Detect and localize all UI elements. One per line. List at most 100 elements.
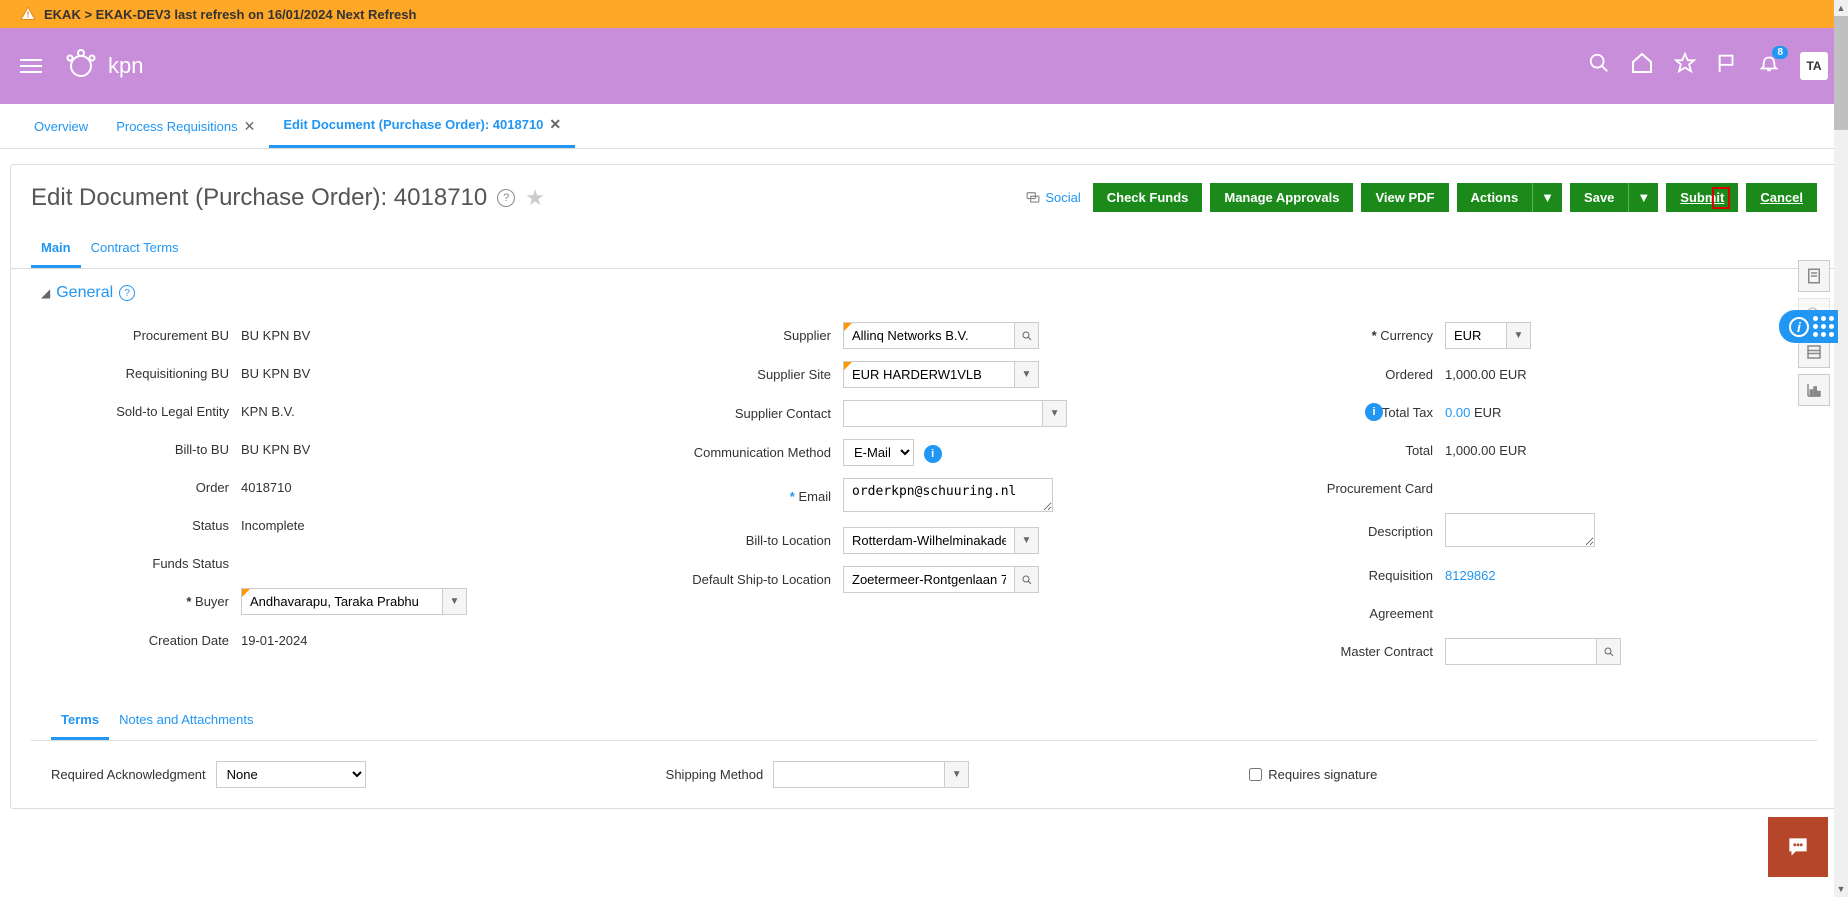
logo-text: kpn xyxy=(108,53,143,79)
close-icon[interactable]: ✕ xyxy=(549,116,561,133)
order-label: Order xyxy=(41,480,241,495)
master-contract-combo[interactable] xyxy=(1445,638,1621,665)
buyer-input[interactable] xyxy=(242,589,442,614)
supplier-input[interactable] xyxy=(844,323,1014,348)
favorite-star-icon[interactable]: ★ xyxy=(525,185,545,211)
manage-approvals-button[interactable]: Manage Approvals xyxy=(1210,183,1353,212)
total-tax-value: 0.00 EUR xyxy=(1445,405,1807,420)
check-funds-button[interactable]: Check Funds xyxy=(1093,183,1203,212)
nav-menu-button[interactable] xyxy=(20,59,42,73)
search-icon[interactable] xyxy=(1014,567,1038,592)
home-icon[interactable] xyxy=(1630,51,1654,81)
tab-terms[interactable]: Terms xyxy=(51,702,109,740)
supplier-site-input[interactable] xyxy=(844,362,1014,387)
search-icon[interactable] xyxy=(1596,639,1620,664)
user-avatar[interactable]: TA xyxy=(1800,52,1828,80)
tab-edit-document-label: Edit Document (Purchase Order): 4018710 xyxy=(283,117,543,132)
supplier-contact-input[interactable] xyxy=(844,401,1042,426)
buyer-combo[interactable]: ▼ xyxy=(241,588,467,615)
supplier-contact-combo[interactable]: ▼ xyxy=(843,400,1067,427)
page-header: Edit Document (Purchase Order): 4018710 … xyxy=(11,165,1837,230)
grid-icon xyxy=(1813,316,1834,337)
sub-tabs: Main Contract Terms xyxy=(11,230,1837,269)
app-header: kpn 8 TA xyxy=(0,28,1848,104)
chart-panel-icon[interactable] xyxy=(1798,374,1830,406)
tab-overview[interactable]: Overview xyxy=(20,104,102,148)
save-button-group: Save ▼ xyxy=(1570,183,1658,212)
chevron-down-icon[interactable]: ▼ xyxy=(1014,362,1038,387)
requires-signature-checkbox[interactable] xyxy=(1249,768,1262,781)
requisition-link[interactable]: 8129862 xyxy=(1445,568,1496,583)
procurement-card-label: Procurement Card xyxy=(1245,481,1445,496)
sub-tab-contract-terms[interactable]: Contract Terms xyxy=(81,230,189,268)
currency-input[interactable] xyxy=(1446,323,1506,348)
cancel-button[interactable]: Cancel xyxy=(1746,183,1817,212)
social-link[interactable]: Social xyxy=(1025,190,1080,205)
creation-date-value: 19-01-2024 xyxy=(241,633,603,648)
supplier-combo[interactable] xyxy=(843,322,1039,349)
chevron-down-icon[interactable]: ▼ xyxy=(1042,401,1066,426)
supplier-site-label: Supplier Site xyxy=(643,367,843,382)
shipping-method-combo[interactable]: ▼ xyxy=(773,761,969,788)
bill-to-location-label: Bill-to Location xyxy=(643,533,843,548)
info-help-pill[interactable]: i xyxy=(1779,310,1838,343)
ship-to-location-input[interactable] xyxy=(844,567,1014,592)
req-ack-select[interactable]: None xyxy=(216,761,366,788)
save-button[interactable]: Save xyxy=(1570,183,1628,212)
close-icon[interactable]: ✕ xyxy=(244,118,256,135)
chevron-down-icon[interactable]: ▼ xyxy=(1014,528,1038,553)
tab-process-requisitions[interactable]: Process Requisitions ✕ xyxy=(102,104,269,148)
star-icon[interactable] xyxy=(1674,52,1696,80)
env-warning-bar: ! EKAK > EKAK-DEV3 last refresh on 16/01… xyxy=(0,0,1848,28)
page-scrollbar[interactable]: ▲ ▼ xyxy=(1834,0,1848,897)
collapse-icon: ◢ xyxy=(41,286,50,300)
chevron-down-icon[interactable]: ▼ xyxy=(1506,323,1530,348)
ship-to-location-combo[interactable] xyxy=(843,566,1039,593)
notification-badge: 8 xyxy=(1772,46,1788,59)
chevron-down-icon[interactable]: ▼ xyxy=(442,589,466,614)
currency-combo[interactable]: ▼ xyxy=(1445,322,1531,349)
email-label: * Email xyxy=(643,489,843,504)
logo[interactable]: kpn xyxy=(62,48,143,84)
search-icon[interactable] xyxy=(1014,323,1038,348)
funds-status-label: Funds Status xyxy=(41,556,241,571)
help-icon[interactable]: ? xyxy=(497,189,515,207)
master-contract-input[interactable] xyxy=(1446,639,1596,664)
comm-method-select[interactable]: E-Mail xyxy=(843,439,914,466)
search-icon[interactable] xyxy=(1588,52,1610,80)
chevron-down-icon[interactable]: ▼ xyxy=(944,762,968,787)
sub-tab-main[interactable]: Main xyxy=(31,230,81,268)
view-pdf-button[interactable]: View PDF xyxy=(1361,183,1448,212)
terms-tabs: Terms Notes and Attachments xyxy=(31,702,1817,741)
description-label: Description xyxy=(1245,524,1445,539)
shipping-method-input[interactable] xyxy=(774,762,944,787)
help-icon[interactable]: ? xyxy=(119,285,135,301)
info-icon[interactable]: i xyxy=(1365,403,1383,421)
bill-to-location-input[interactable] xyxy=(844,528,1014,553)
info-icon[interactable]: i xyxy=(924,445,942,463)
total-label: Total xyxy=(1245,443,1445,458)
document-icon[interactable] xyxy=(1798,260,1830,292)
tab-edit-document[interactable]: Edit Document (Purchase Order): 4018710 … xyxy=(269,104,575,148)
page-title: Edit Document (Purchase Order): 4018710 … xyxy=(31,184,545,212)
chat-icon xyxy=(1783,834,1813,860)
status-label: Status xyxy=(41,518,241,533)
ship-to-location-label: Default Ship-to Location xyxy=(643,572,843,587)
submit-button[interactable]: Submit xyxy=(1666,183,1738,212)
bell-icon[interactable]: 8 xyxy=(1758,52,1780,80)
chat-button[interactable] xyxy=(1768,817,1828,877)
general-section-header[interactable]: ◢ General ? xyxy=(41,284,1807,302)
info-icon: i xyxy=(1789,317,1809,337)
email-input[interactable]: orderkpn@schuuring.nl xyxy=(843,478,1053,512)
sold-to-label: Sold-to Legal Entity xyxy=(41,404,241,419)
bill-to-location-combo[interactable]: ▼ xyxy=(843,527,1039,554)
actions-dropdown[interactable]: Actions ▼ xyxy=(1457,183,1563,212)
tab-notes-attachments[interactable]: Notes and Attachments xyxy=(109,702,263,740)
total-tax-label: i Total Tax xyxy=(1245,405,1445,420)
flag-icon[interactable] xyxy=(1716,52,1738,80)
description-input[interactable] xyxy=(1445,513,1595,547)
order-value: 4018710 xyxy=(241,480,603,495)
supplier-site-combo[interactable]: ▼ xyxy=(843,361,1039,388)
form-column-1: Procurement BU BU KPN BV Requisitioning … xyxy=(41,322,603,677)
save-dropdown-caret[interactable]: ▼ xyxy=(1628,183,1658,212)
